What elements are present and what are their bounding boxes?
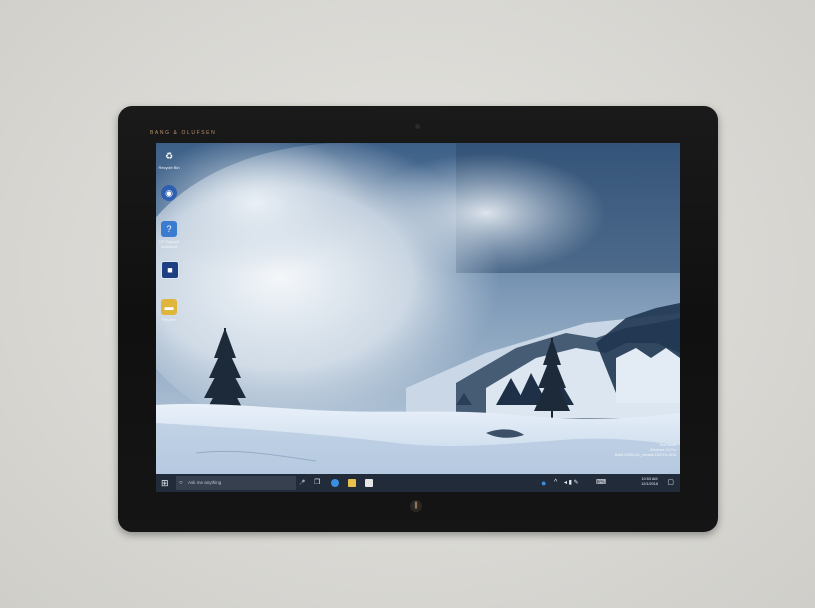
recycle-bin-label: Recycle Bin	[158, 165, 180, 170]
chevron-up-icon[interactable]: ^	[554, 474, 557, 492]
hp-support-icon[interactable]: ◉	[161, 185, 177, 201]
recycle-bin-icon[interactable]: ♻	[161, 148, 177, 164]
hp-support-glyph: ◉	[165, 187, 173, 198]
clock[interactable]: 10:53 AM 12/1/2016	[641, 477, 658, 487]
screen: ♻ Recycle Bin ◉ ? HP Support Assistant ■…	[156, 143, 680, 492]
people-icon[interactable]: ●	[541, 474, 546, 492]
watermark-line-3: Build 14393.rs1_release.160715-1616	[615, 453, 676, 457]
recycle-bin-glyph: ♻	[164, 150, 174, 161]
desktop-wallpaper	[156, 143, 680, 492]
search-box[interactable]: ○ Ask me anything	[176, 476, 296, 490]
task-view-button[interactable]: ❐	[314, 474, 320, 492]
edge-icon[interactable]	[331, 479, 339, 487]
file-explorer-icon[interactable]	[348, 479, 356, 487]
test-mode-watermark: Test Mode Windows 10 Pro Build 14393.rs1…	[586, 443, 676, 458]
microphone-icon[interactable]: 🎤	[299, 474, 305, 492]
hp-assistant-label: HP Support Assistant	[158, 239, 180, 249]
hp-assistant-glyph: ?	[166, 224, 172, 234]
clock-date: 12/1/2016	[641, 482, 658, 486]
folder-glyph: ▬	[164, 302, 174, 312]
folder-icon[interactable]: ▬	[161, 299, 177, 315]
tray-icons[interactable]: ◂ ▮ ✎	[564, 474, 579, 492]
folder-label: Retailer	[162, 317, 176, 322]
hp-assistant-icon[interactable]: ?	[161, 221, 177, 237]
brand-text: BANG & OLUFSEN	[150, 130, 217, 136]
search-placeholder: Ask me anything	[188, 480, 222, 485]
app-square-glyph: ■	[167, 265, 173, 275]
app-square-icon[interactable]: ■	[161, 261, 179, 279]
keyboard-icon[interactable]: ⌨	[596, 474, 606, 492]
store-icon[interactable]	[365, 479, 373, 487]
tablet-logo: ❚	[410, 500, 422, 512]
notification-icon[interactable]: ▢	[667, 474, 674, 492]
taskbar: ⊞ ○ Ask me anything 🎤 ❐ ● ^ ◂ ▮ ✎ ⌨ 10:5…	[156, 474, 680, 492]
cortana-icon: ○	[179, 480, 183, 486]
front-camera	[415, 124, 420, 129]
start-button[interactable]: ⊞	[161, 474, 169, 492]
